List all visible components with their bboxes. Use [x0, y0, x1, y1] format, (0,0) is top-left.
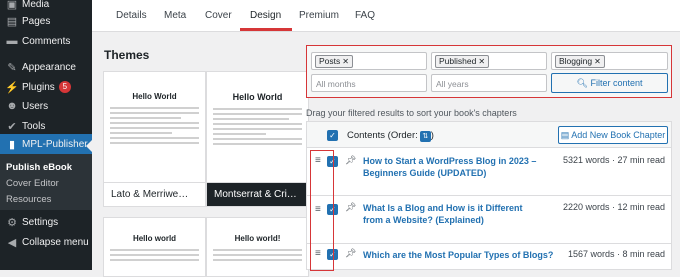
years-select[interactable]: All years [431, 74, 547, 92]
chapter-meta: 2220 words · 12 min read [562, 202, 665, 212]
contents-label-text: Contents (Order: [347, 130, 418, 141]
chapter-meta: 1567 words · 8 min read [567, 249, 665, 259]
add-chapter-label: Add New Book Chapter [571, 130, 666, 140]
add-page-icon: ▤ [560, 130, 570, 140]
active-tab-indicator [240, 28, 292, 31]
tab-premium[interactable]: Premium [299, 10, 339, 21]
main-content: Details Meta Cover Design Premium FAQ Th… [92, 0, 680, 277]
chapter-title-link[interactable]: Which are the Most Popular Types of Blog… [363, 249, 573, 261]
drag-hint-text: Drag your filtered results to sort your … [306, 108, 517, 118]
sidebar-item-plugins[interactable]: ⚡ Plugins 5 [0, 77, 92, 97]
update-count-badge: 5 [58, 81, 71, 93]
theme-preview: Hello world! [207, 218, 308, 276]
sidebar-item-settings[interactable]: ⚙ Settings [0, 212, 92, 232]
settings-icon: ⚙ [7, 216, 17, 229]
theme-name: Lato & Merriwe… [104, 182, 205, 206]
mpl-publisher-submenu: Publish eBook Cover Editor Resources [0, 154, 92, 210]
sort-order-icon[interactable]: ⇅ [419, 131, 431, 142]
comments-icon: ▬ [6, 35, 18, 47]
months-select[interactable]: All months [311, 74, 427, 92]
sidebar-item-label: Collapse menu [22, 236, 89, 248]
post-type-filter[interactable]: Posts ✕ [311, 52, 427, 70]
users-icon: ☻ [6, 100, 18, 112]
sidebar-item-mpl-publisher[interactable]: ▮ MPL-Publisher [0, 134, 92, 154]
contents-order-label: Contents (Order: ⇅) [347, 130, 434, 142]
theme-preview-title: Hello World [132, 92, 177, 101]
sidebar-item-label: Comments [22, 35, 71, 47]
chip-label: Posts [319, 56, 341, 66]
chip-label: Blogging [559, 56, 593, 66]
filter-content-button[interactable]: 🔍︎ Filter content [551, 73, 668, 93]
status-filter[interactable]: Published ✕ [431, 52, 547, 70]
sidebar-item-tools[interactable]: ✔ Tools [0, 116, 92, 136]
chapter-title-link[interactable]: How to Start a WordPress Blog in 2023 – … [363, 155, 543, 179]
sidebar-item-label: Users [22, 100, 49, 112]
sidebar-item-comments[interactable]: ▬ Comments [0, 31, 92, 51]
sidebar-item-pages[interactable]: ▤ Pages [0, 11, 92, 31]
theme-name: Montserrat & Cri… [207, 182, 308, 206]
book-icon: ▮ [8, 138, 16, 151]
plugins-icon: ⚡ [5, 81, 19, 94]
theme-card[interactable]: Hello World Lato & Merriwe… [103, 71, 206, 207]
tab-meta[interactable]: Meta [164, 10, 186, 21]
sidebar-item-appearance[interactable]: ✎ Appearance [0, 57, 92, 77]
tab-design[interactable]: Design [250, 10, 281, 21]
sidebar-item-label: Plugins [22, 81, 55, 93]
pages-icon: ▤ [6, 15, 18, 28]
select-all-checkbox[interactable]: ✓ [327, 130, 338, 141]
submenu-publish-ebook[interactable]: Publish eBook [6, 162, 72, 173]
theme-preview-title: Hello world! [234, 234, 281, 243]
filter-chip: Blogging ✕ [555, 55, 605, 68]
category-filter[interactable]: Blogging ✕ [551, 52, 668, 70]
appearance-icon: ✎ [7, 61, 17, 74]
sidebar-item-label: Tools [22, 120, 46, 132]
sidebar-item-users[interactable]: ☻ Users [0, 96, 92, 116]
remove-chip-icon[interactable]: ✕ [594, 57, 601, 66]
remove-chip-icon[interactable]: ✕ [342, 57, 349, 66]
submenu-resources[interactable]: Resources [6, 194, 51, 205]
filter-button-label: Filter content [590, 78, 643, 88]
pin-icon: 📌︎ [345, 155, 357, 165]
sidebar-item-label: Settings [22, 216, 59, 228]
pin-icon: 📌︎ [345, 202, 357, 212]
pin-icon: 📌︎ [345, 248, 357, 258]
tab-bar: Details Meta Cover Design Premium FAQ [92, 0, 680, 32]
tab-faq[interactable]: FAQ [355, 10, 375, 21]
filter-chip: Published ✕ [435, 55, 490, 68]
filter-panel: Posts ✕ Published ✕ Blogging ✕ All months A… [306, 45, 672, 98]
collapse-icon: ◀ [7, 236, 17, 249]
media-icon: ▣ [6, 0, 18, 11]
theme-preview: Hello world [104, 218, 205, 276]
theme-card-selected[interactable]: Hello World Montserrat & Cri… [206, 71, 309, 207]
admin-sidebar: ▣ Media ▤ Pages ▬ Comments ✎ Appearance ⚡ Plu… [0, 0, 92, 270]
themes-heading: Themes [104, 48, 150, 62]
chapter-row[interactable]: ≡ ✓ 📌︎ How to Start a WordPress Blog in … [307, 149, 671, 196]
remove-chip-icon[interactable]: ✕ [478, 57, 485, 66]
chapter-row[interactable]: ≡ ✓ 📌︎ What Is a Blog and How is it Diff… [307, 196, 671, 244]
chapter-title-link[interactable]: What Is a Blog and How is it Different f… [363, 202, 543, 226]
sidebar-item-label: Pages [22, 15, 51, 27]
search-icon: 🔍︎ [576, 78, 588, 88]
checkbox-highlight-box [310, 150, 334, 271]
chapters-list: ✓ Contents (Order: ⇅) ▤ Add New Book Chap… [306, 121, 672, 271]
theme-preview-title: Hello world [132, 234, 177, 243]
collapse-menu-button[interactable]: ◀ Collapse menu [0, 232, 92, 252]
sidebar-item-label: MPL-Publisher [22, 138, 88, 150]
sidebar-item-label: Media [22, 0, 50, 10]
chapter-row[interactable]: ≡ ✓ 📌︎ Which are the Most Popular Types … [307, 244, 671, 271]
tab-details[interactable]: Details [116, 10, 147, 21]
theme-card[interactable]: Hello world [103, 217, 206, 277]
add-new-book-chapter-button[interactable]: ▤ Add New Book Chapter [558, 126, 668, 144]
theme-preview-title: Hello World [232, 92, 283, 102]
tools-icon: ✔ [7, 120, 17, 133]
theme-card[interactable]: Hello world! [206, 217, 309, 277]
chip-label: Published [439, 56, 477, 66]
submenu-cover-editor[interactable]: Cover Editor [6, 178, 59, 189]
chapter-meta: 5321 words · 27 min read [562, 155, 665, 165]
sidebar-item-label: Appearance [22, 61, 76, 73]
chapters-header: ✓ Contents (Order: ⇅) ▤ Add New Book Chap… [307, 122, 671, 148]
filter-chip: Posts ✕ [315, 55, 353, 68]
tab-cover[interactable]: Cover [205, 10, 232, 21]
